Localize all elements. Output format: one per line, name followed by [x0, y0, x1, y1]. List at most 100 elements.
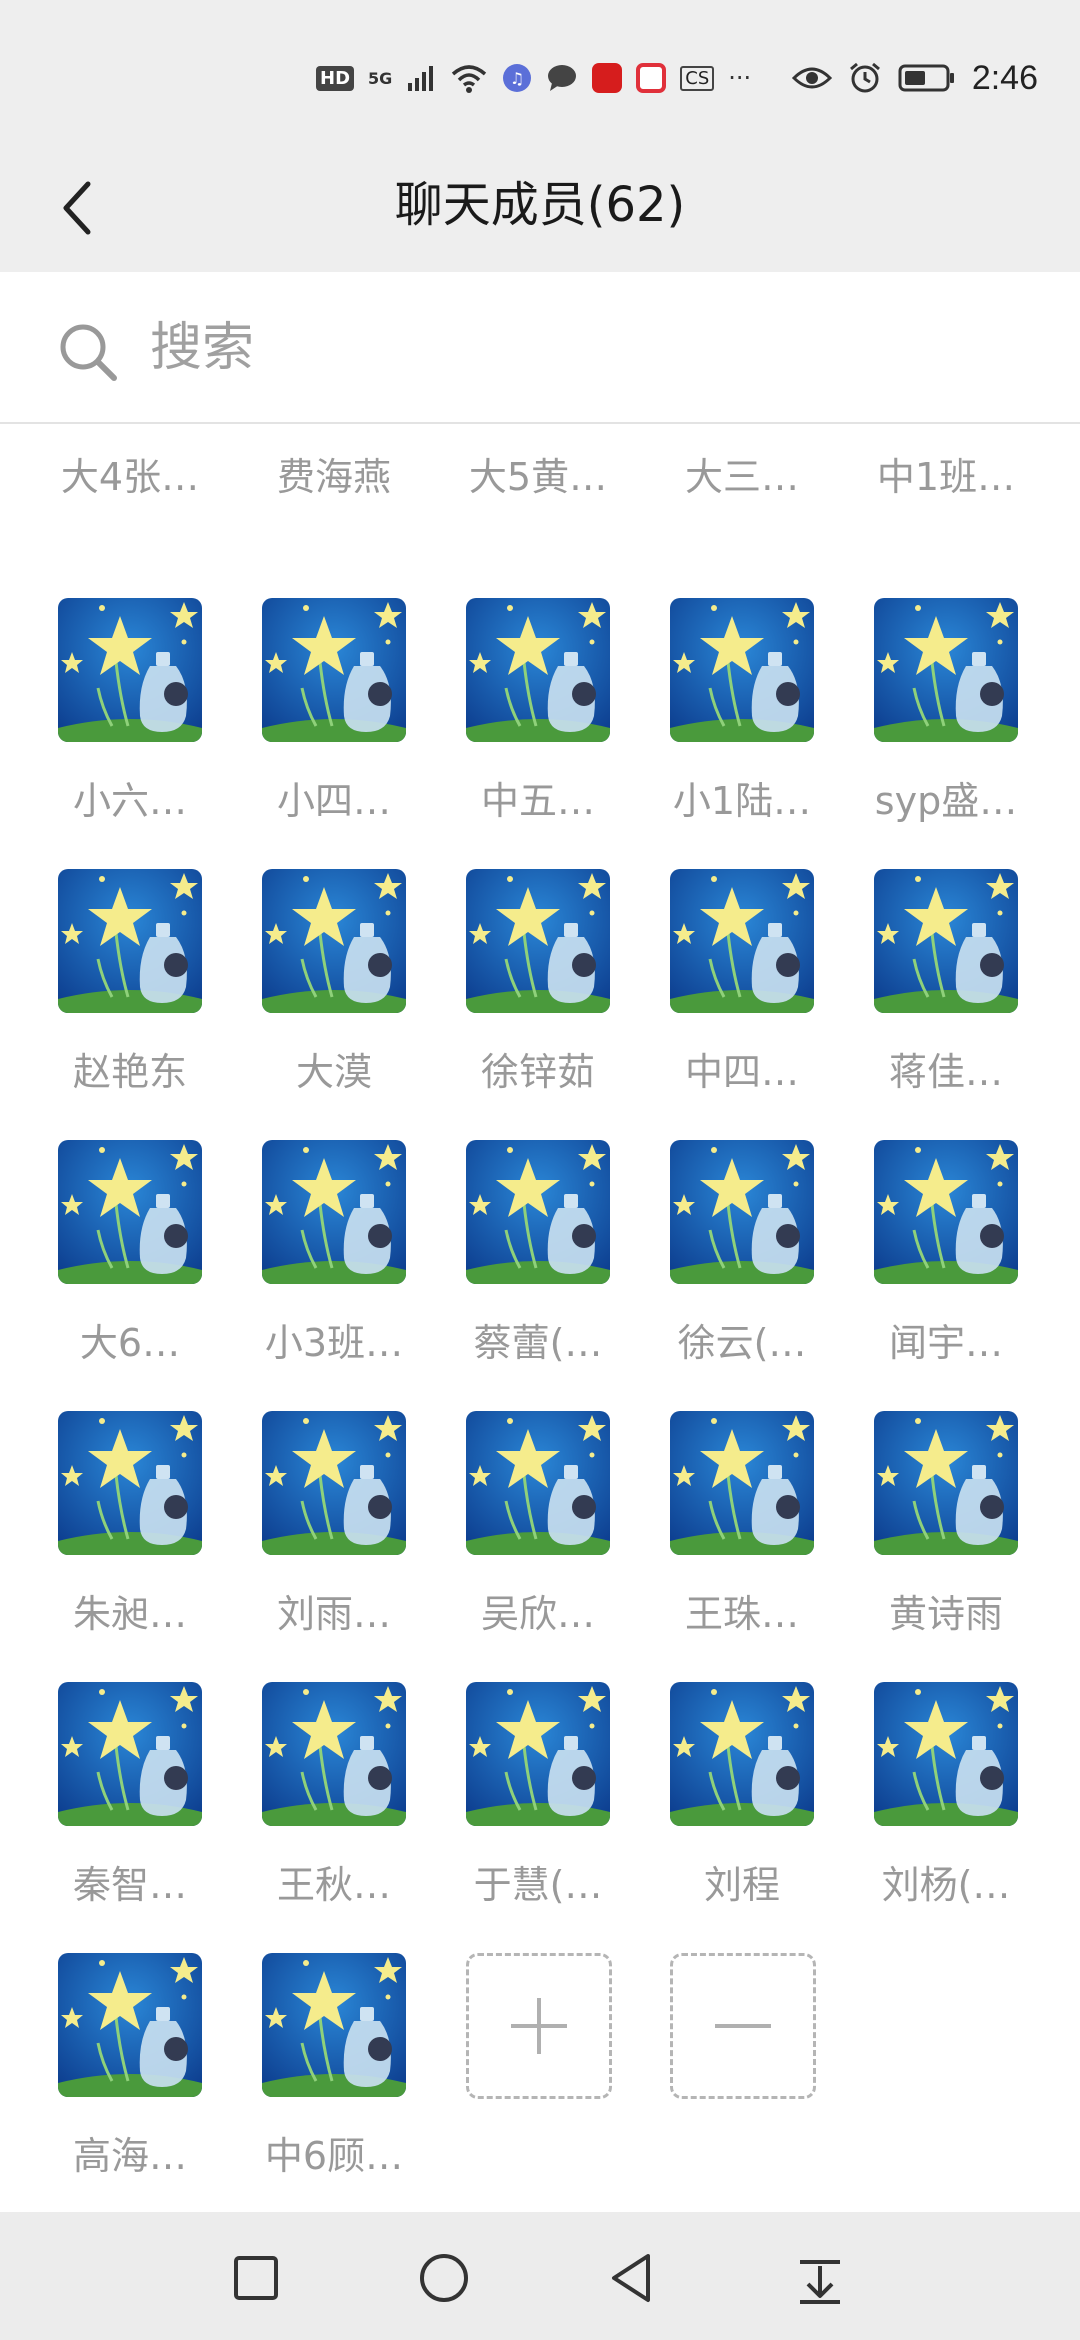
member-avatar: [262, 869, 406, 1013]
battery-icon: [898, 64, 954, 92]
member-avatar: [874, 598, 1018, 742]
member-avatar: [58, 598, 202, 742]
member-avatar: [670, 1140, 814, 1284]
music-icon: ♫: [503, 64, 532, 92]
member-avatar: [670, 598, 814, 742]
member-name: 费海燕: [276, 455, 391, 499]
member-avatar: [58, 869, 202, 1013]
member-avatar: [670, 1682, 814, 1826]
member-avatar: [874, 869, 1018, 1013]
member-avatar: [58, 1953, 202, 2097]
member-item[interactable]: 中四…: [640, 869, 844, 1099]
member-item[interactable]: 大4张…: [28, 424, 232, 504]
search-icon: [60, 324, 117, 381]
member-name: 高海…: [72, 2134, 187, 2178]
status-icons-left: HD 5G ♫ CS ···: [316, 58, 751, 98]
status-bar: HD 5G ♫ CS ··· 2:46: [0, 0, 1080, 150]
member-item[interactable]: 费海燕: [232, 424, 436, 504]
member-item[interactable]: 吴欣…: [436, 1411, 640, 1641]
eye-icon: [791, 67, 832, 89]
member-avatar: [262, 1140, 406, 1284]
member-item[interactable]: 闻宇…: [844, 1140, 1048, 1370]
back-button[interactable]: [38, 168, 118, 248]
member-name: 中四…: [684, 1050, 799, 1094]
member-name: 刘雨…: [276, 1592, 391, 1636]
member-item[interactable]: 刘程: [640, 1682, 844, 1912]
hd-icon: HD: [316, 65, 355, 91]
back-icon[interactable]: [602, 2248, 662, 2308]
member-name: 中6顾…: [264, 2134, 404, 2178]
member-avatar: [262, 1411, 406, 1555]
member-avatar: [670, 869, 814, 1013]
member-name: 徐云(…: [677, 1321, 807, 1365]
more-icon: ···: [728, 64, 752, 92]
wifi-icon: [452, 65, 487, 93]
search-input[interactable]: [148, 312, 1032, 384]
member-item[interactable]: syp盛…: [844, 598, 1048, 828]
member-item[interactable]: 朱昶…: [28, 1411, 232, 1641]
chat-icon: [548, 65, 577, 91]
signal-icon: [408, 66, 434, 91]
notification-pull-icon[interactable]: [790, 2248, 850, 2308]
member-name: 吴欣…: [480, 1592, 595, 1636]
member-item[interactable]: 大三…: [640, 424, 844, 504]
member-name: 蔡蕾(…: [473, 1321, 603, 1365]
member-name: 大三…: [684, 455, 799, 499]
member-name: 闻宇…: [888, 1321, 1003, 1365]
remove-member-button[interactable]: [670, 1953, 816, 2099]
member-item[interactable]: 中五…: [436, 598, 640, 828]
member-name: 小3班…: [264, 1321, 404, 1365]
member-name: 王珠…: [684, 1592, 799, 1636]
member-name: 赵艳东: [72, 1050, 187, 1094]
member-name: 蒋佳…: [888, 1050, 1003, 1094]
member-item[interactable]: 蔡蕾(…: [436, 1140, 640, 1370]
member-avatar: [874, 1140, 1018, 1284]
member-avatar: [874, 1411, 1018, 1555]
add-member-button[interactable]: [466, 1953, 612, 2099]
member-item[interactable]: 小四…: [232, 598, 436, 828]
member-name: 大漠: [295, 1050, 372, 1094]
member-avatar: [262, 598, 406, 742]
member-name: 大6…: [79, 1321, 181, 1365]
member-name: 刘杨(…: [881, 1863, 1011, 1907]
member-item[interactable]: 大漠: [232, 869, 436, 1099]
member-avatar: [58, 1682, 202, 1826]
search-bar[interactable]: [0, 272, 1080, 424]
member-avatar: [466, 869, 610, 1013]
plus-icon: [511, 1998, 567, 2054]
navigation-bar: 聊天成员(62): [0, 150, 1080, 272]
member-avatar: [58, 1140, 202, 1284]
member-item[interactable]: 小1陆…: [640, 598, 844, 828]
recent-apps-icon[interactable]: [226, 2248, 286, 2308]
member-item[interactable]: 小3班…: [232, 1140, 436, 1370]
member-item[interactable]: 高海…: [28, 1953, 232, 2183]
member-avatar: [874, 1682, 1018, 1826]
member-item[interactable]: 黄诗雨: [844, 1411, 1048, 1641]
member-name: 秦智…: [72, 1863, 187, 1907]
member-item[interactable]: 王珠…: [640, 1411, 844, 1641]
member-avatar: [58, 1411, 202, 1555]
member-grid: 大4张… 费海燕 大5黄… 大三… 中1班… 小六… 小四… 中五… 小1陆… …: [0, 424, 1080, 2212]
member-name: 大4张…: [60, 455, 200, 499]
member-item[interactable]: 徐云(…: [640, 1140, 844, 1370]
member-name: syp盛…: [874, 779, 1018, 823]
member-item[interactable]: 徐锌茹: [436, 869, 640, 1099]
member-item[interactable]: 大6…: [28, 1140, 232, 1370]
member-item[interactable]: 赵艳东: [28, 869, 232, 1099]
member-item[interactable]: 刘杨(…: [844, 1682, 1048, 1912]
member-item[interactable]: 中1班…: [844, 424, 1048, 504]
chevron-left-icon: [63, 181, 91, 235]
member-item[interactable]: 蒋佳…: [844, 869, 1048, 1099]
member-item[interactable]: 秦智…: [28, 1682, 232, 1912]
member-avatar: [262, 1682, 406, 1826]
member-item[interactable]: 小六…: [28, 598, 232, 828]
member-item[interactable]: 大5黄…: [436, 424, 640, 504]
member-item[interactable]: 刘雨…: [232, 1411, 436, 1641]
member-item[interactable]: 于慧(…: [436, 1682, 640, 1912]
member-item[interactable]: 王秋…: [232, 1682, 436, 1912]
member-name: 刘程: [703, 1863, 780, 1907]
home-icon[interactable]: [414, 2248, 474, 2308]
minus-icon: [715, 2024, 771, 2028]
member-name: 小六…: [72, 779, 187, 823]
member-item[interactable]: 中6顾…: [232, 1953, 436, 2183]
